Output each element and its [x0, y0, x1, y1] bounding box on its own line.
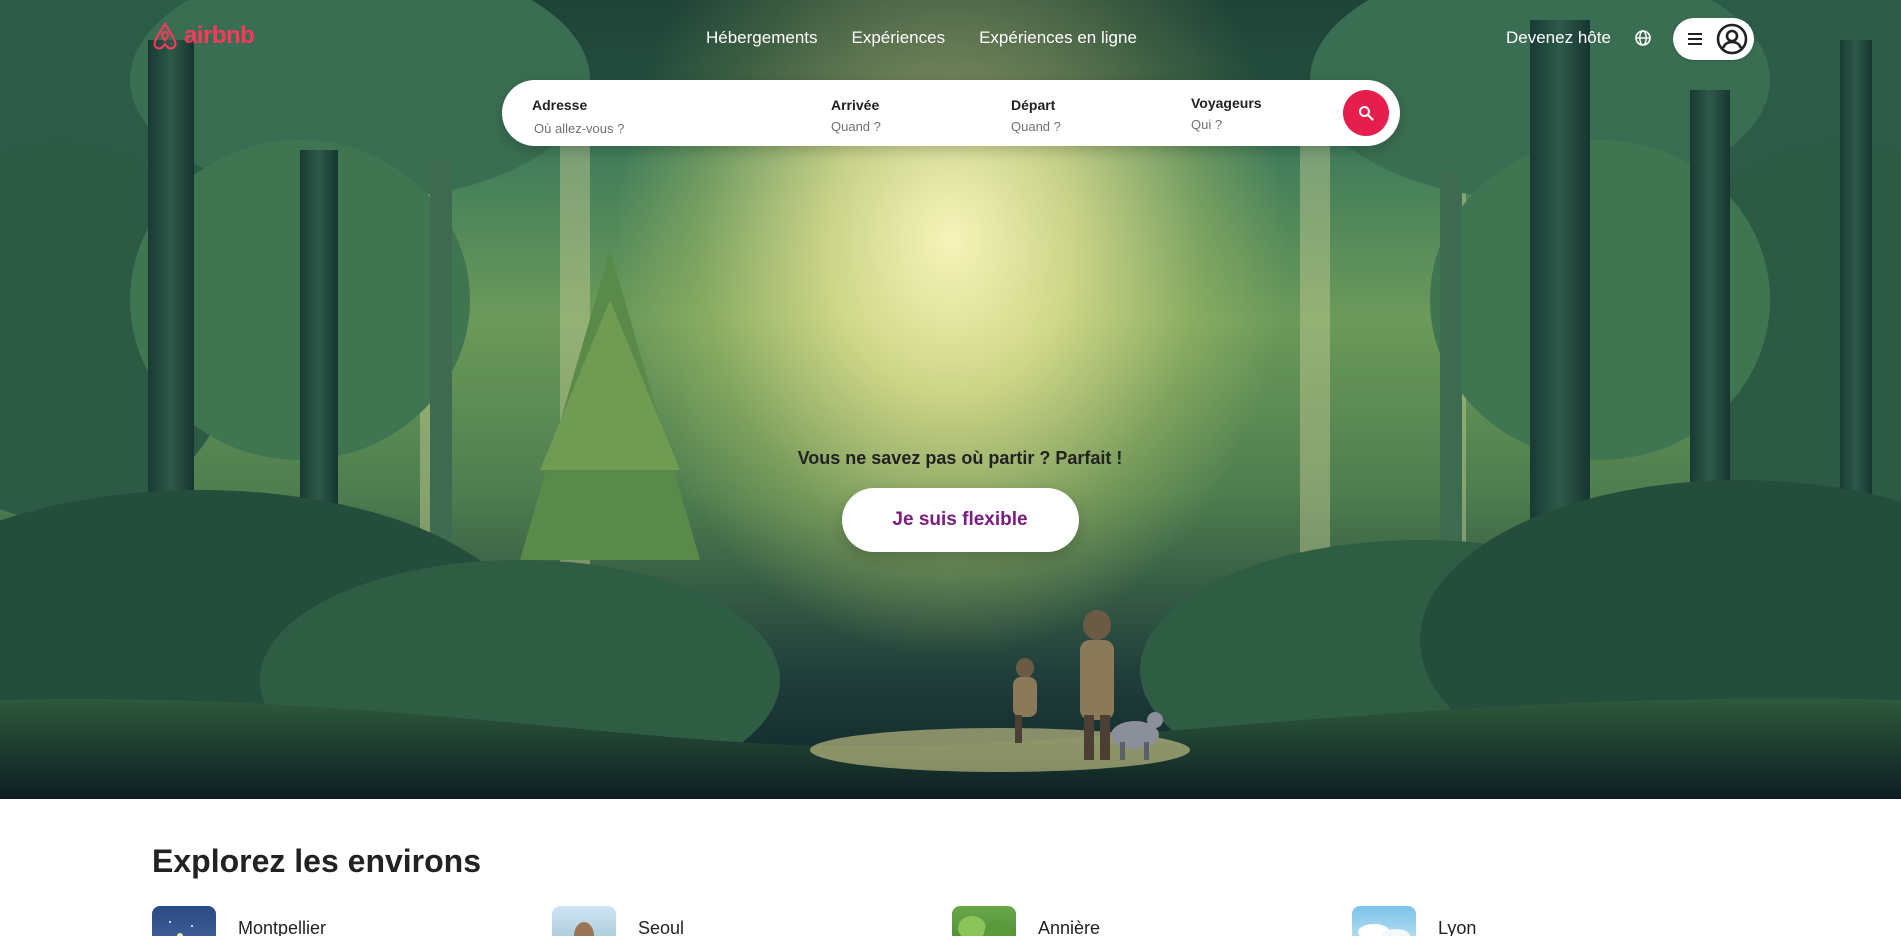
nav-experiences[interactable]: Expériences — [852, 28, 946, 48]
nearby-places-list: Montpellier Seoul Annière Lyon — [152, 906, 1852, 936]
search-bar: Adresse Où allez-vous ? Arrivée Quand ? … — [502, 80, 1400, 146]
cta-wrapper: Je suis flexible — [0, 488, 1901, 552]
place-name: Montpellier — [238, 918, 327, 936]
field-label: Départ — [1011, 97, 1056, 113]
field-placeholder: Où allez-vous ? — [534, 121, 625, 136]
place-name: Seoul — [638, 918, 685, 936]
airbnb-logo-icon — [153, 22, 177, 50]
search-icon — [1359, 106, 1374, 121]
field-placeholder: Quand ? — [831, 119, 881, 134]
place-name: Annière — [1038, 918, 1101, 936]
nav-hebergements[interactable]: Hébergements — [706, 28, 818, 48]
field-placeholder: Quand ? — [1011, 119, 1061, 134]
green-landscape-image — [958, 916, 1012, 936]
place-thumbnail — [152, 906, 216, 936]
field-label: Adresse — [532, 97, 588, 113]
explore-title: Explorez les environs — [152, 843, 482, 879]
seoul-image — [574, 922, 594, 936]
place-name: Lyon — [1438, 918, 1477, 936]
field-placeholder: Qui ? — [1191, 117, 1223, 132]
search-field-checkin[interactable]: Arrivée Quand ? — [831, 80, 981, 146]
field-label: Arrivée — [831, 97, 880, 113]
place-thumbnail — [552, 906, 616, 936]
search-button[interactable] — [1343, 90, 1389, 136]
airbnb-logo[interactable]: airbnb — [150, 20, 255, 52]
place-thumbnail — [1352, 906, 1416, 936]
sky-clouds-image — [1358, 924, 1410, 936]
night-sky-image — [169, 921, 193, 936]
hero-banner: airbnb Hébergements Expériences Expérien… — [0, 0, 1901, 799]
flexible-button[interactable]: Je suis flexible — [841, 488, 1079, 552]
field-label: Voyageurs — [1191, 95, 1262, 111]
user-menu-button[interactable] — [1673, 18, 1754, 60]
become-host-link[interactable]: Devenez hôte — [1506, 28, 1611, 48]
user-avatar-icon — [1716, 23, 1748, 55]
hamburger-menu-icon — [1688, 33, 1702, 45]
place-thumbnail — [952, 906, 1016, 936]
logo-text: airbnb — [184, 22, 255, 49]
nav-experiences-en-ligne[interactable]: Expériences en ligne — [979, 28, 1137, 48]
globe-icon[interactable] — [1634, 29, 1652, 47]
hero-tagline: Vous ne savez pas où partir ? Parfait ! — [797, 448, 1123, 468]
top-navigation: Hébergements Expériences Expériences en … — [706, 28, 1137, 48]
search-field-address[interactable]: Adresse Où allez-vous ? — [532, 80, 802, 146]
search-field-checkout[interactable]: Départ Quand ? — [1011, 80, 1161, 146]
search-field-guests[interactable]: Voyageurs Qui ? — [1191, 80, 1321, 146]
